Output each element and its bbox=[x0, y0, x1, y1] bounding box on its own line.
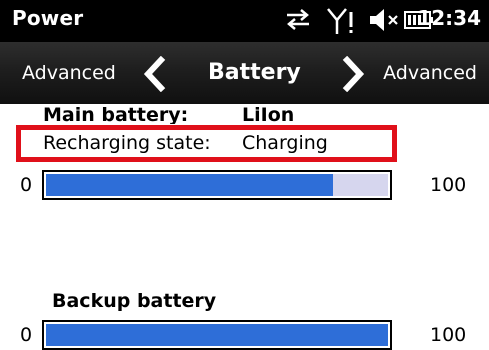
main-battery-level-fill bbox=[46, 174, 334, 196]
main-battery-type: LiIon bbox=[242, 104, 295, 124]
status-bar: Power 12:34 bbox=[0, 0, 489, 42]
app-title: Power bbox=[12, 6, 84, 30]
backup-battery-min-label: 0 bbox=[20, 324, 33, 346]
speaker-muted-icon bbox=[368, 4, 402, 40]
chevron-right-icon[interactable] bbox=[340, 55, 368, 96]
backup-battery-level-fill bbox=[46, 324, 388, 346]
nav-advanced-left-link[interactable]: Advanced bbox=[22, 62, 116, 84]
backup-battery-label: Backup battery bbox=[52, 290, 217, 312]
recharging-state-value: Charging bbox=[242, 132, 328, 154]
backup-battery-level-bar bbox=[42, 320, 392, 350]
nav-bar: Advanced Battery Advanced bbox=[0, 42, 489, 104]
main-battery-label: Main battery: bbox=[43, 104, 189, 124]
backup-battery-max-label: 100 bbox=[430, 324, 467, 346]
main-battery-max-label: 100 bbox=[430, 174, 467, 196]
recharging-state-label: Recharging state: bbox=[43, 132, 211, 154]
signal-no-service-icon bbox=[326, 4, 358, 40]
chevron-left-icon[interactable] bbox=[140, 55, 168, 96]
clock: 12:34 bbox=[417, 6, 481, 30]
nav-advanced-right-link[interactable]: Advanced bbox=[383, 62, 477, 84]
page-title: Battery bbox=[208, 60, 301, 85]
main-battery-min-label: 0 bbox=[20, 174, 33, 196]
main-battery-level-bar bbox=[42, 170, 392, 200]
sync-arrows-icon bbox=[283, 4, 313, 38]
